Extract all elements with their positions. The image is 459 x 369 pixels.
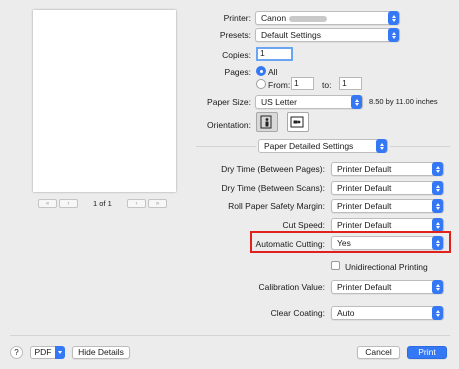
chevron-updown-icon: [432, 199, 443, 213]
page-preview: [33, 10, 176, 192]
print-button[interactable]: Print: [407, 346, 447, 359]
portrait-icon: [260, 115, 272, 129]
landscape-icon: [290, 116, 304, 128]
chevron-updown-icon: [388, 11, 399, 25]
page-indicator: 1 of 1: [93, 199, 112, 208]
printer-model-redacted: [289, 15, 328, 22]
dry-time-pages-value: Printer Default: [337, 164, 392, 174]
pages-to-field[interactable]: 1: [339, 77, 362, 90]
pages-from-label: From:: [268, 80, 291, 90]
pages-to-label: to:: [322, 80, 332, 90]
chevron-updown-icon: [432, 181, 443, 195]
orientation-portrait-button[interactable]: [256, 112, 278, 132]
roll-margin-label: Roll Paper Safety Margin:: [228, 201, 325, 211]
chevron-updown-icon: [351, 95, 362, 109]
chevron-updown-icon: [432, 162, 443, 176]
clear-coating-popup[interactable]: Auto: [331, 306, 444, 320]
cut-speed-popup[interactable]: Printer Default: [331, 218, 444, 232]
paper-size-value: US Letter: [261, 97, 297, 107]
presets-value: Default Settings: [261, 30, 322, 40]
chevron-updown-icon: [432, 280, 443, 294]
dry-time-pages-label: Dry Time (Between Pages):: [221, 164, 325, 174]
pdf-label: PDF: [30, 346, 55, 359]
preview-nav-right: › »: [127, 199, 167, 208]
help-button[interactable]: ?: [10, 346, 23, 359]
printer-popup[interactable]: Canon: [255, 11, 400, 25]
cut-speed-label: Cut Speed:: [282, 220, 325, 230]
previous-page-button[interactable]: ‹: [59, 199, 78, 208]
roll-margin-popup[interactable]: Printer Default: [331, 199, 444, 213]
automatic-cutting-popup[interactable]: Yes: [331, 236, 444, 250]
section-divider-left: [196, 146, 256, 147]
dry-time-pages-popup[interactable]: Printer Default: [331, 162, 444, 176]
chevron-updown-icon: [432, 236, 443, 250]
calibration-popup[interactable]: Printer Default: [331, 280, 444, 294]
presets-label: Presets:: [219, 30, 251, 40]
chevron-updown-icon: [388, 28, 399, 42]
automatic-cutting-value: Yes: [337, 238, 351, 248]
calibration-value: Printer Default: [337, 282, 392, 292]
pages-from-radio[interactable]: [256, 79, 266, 89]
section-popup[interactable]: Paper Detailed Settings: [258, 139, 388, 153]
pages-label: Pages:: [224, 67, 251, 77]
pages-all-label: All: [268, 67, 278, 77]
paper-size-label: Paper Size:: [207, 97, 251, 107]
clear-coating-label: Clear Coating:: [270, 308, 325, 318]
hide-details-button[interactable]: Hide Details: [72, 346, 130, 359]
pages-all-radio[interactable]: [256, 66, 266, 76]
section-value: Paper Detailed Settings: [264, 141, 354, 151]
chevron-updown-icon: [432, 218, 443, 232]
cancel-button[interactable]: Cancel: [357, 346, 400, 359]
footer-divider: [10, 335, 450, 336]
chevron-down-icon: [55, 346, 65, 359]
paper-size-popup[interactable]: US Letter: [255, 95, 363, 109]
printer-value: Canon: [261, 13, 287, 23]
cut-speed-value: Printer Default: [337, 220, 392, 230]
dry-time-scans-value: Printer Default: [337, 183, 392, 193]
next-page-button[interactable]: ›: [127, 199, 146, 208]
dry-time-scans-popup[interactable]: Printer Default: [331, 181, 444, 195]
pages-from-field[interactable]: 1: [291, 77, 314, 90]
orientation-label: Orientation:: [207, 120, 251, 130]
section-divider-right: [390, 146, 450, 147]
chevron-updown-icon: [432, 306, 443, 320]
clear-coating-value: Auto: [337, 308, 355, 318]
chevron-updown-icon: [376, 139, 387, 153]
orientation-landscape-button[interactable]: [287, 112, 309, 132]
automatic-cutting-label: Automatic Cutting:: [255, 239, 325, 249]
paper-size-dimensions: 8.50 by 11.00 inches: [369, 97, 438, 106]
last-page-button[interactable]: »: [148, 199, 167, 208]
unidirectional-label: Unidirectional Printing: [345, 262, 428, 272]
unidirectional-checkbox[interactable]: [331, 261, 340, 270]
dry-time-scans-label: Dry Time (Between Scans):: [221, 183, 325, 193]
preview-nav-left: « ‹: [38, 199, 78, 208]
calibration-label: Calibration Value:: [258, 282, 325, 292]
first-page-button[interactable]: «: [38, 199, 57, 208]
pdf-menu-button[interactable]: PDF: [30, 346, 65, 359]
roll-margin-value: Printer Default: [337, 201, 392, 211]
printer-label: Printer:: [223, 13, 251, 23]
copies-label: Copies:: [222, 50, 251, 60]
presets-popup[interactable]: Default Settings: [255, 28, 400, 42]
copies-field[interactable]: 1: [256, 47, 293, 61]
